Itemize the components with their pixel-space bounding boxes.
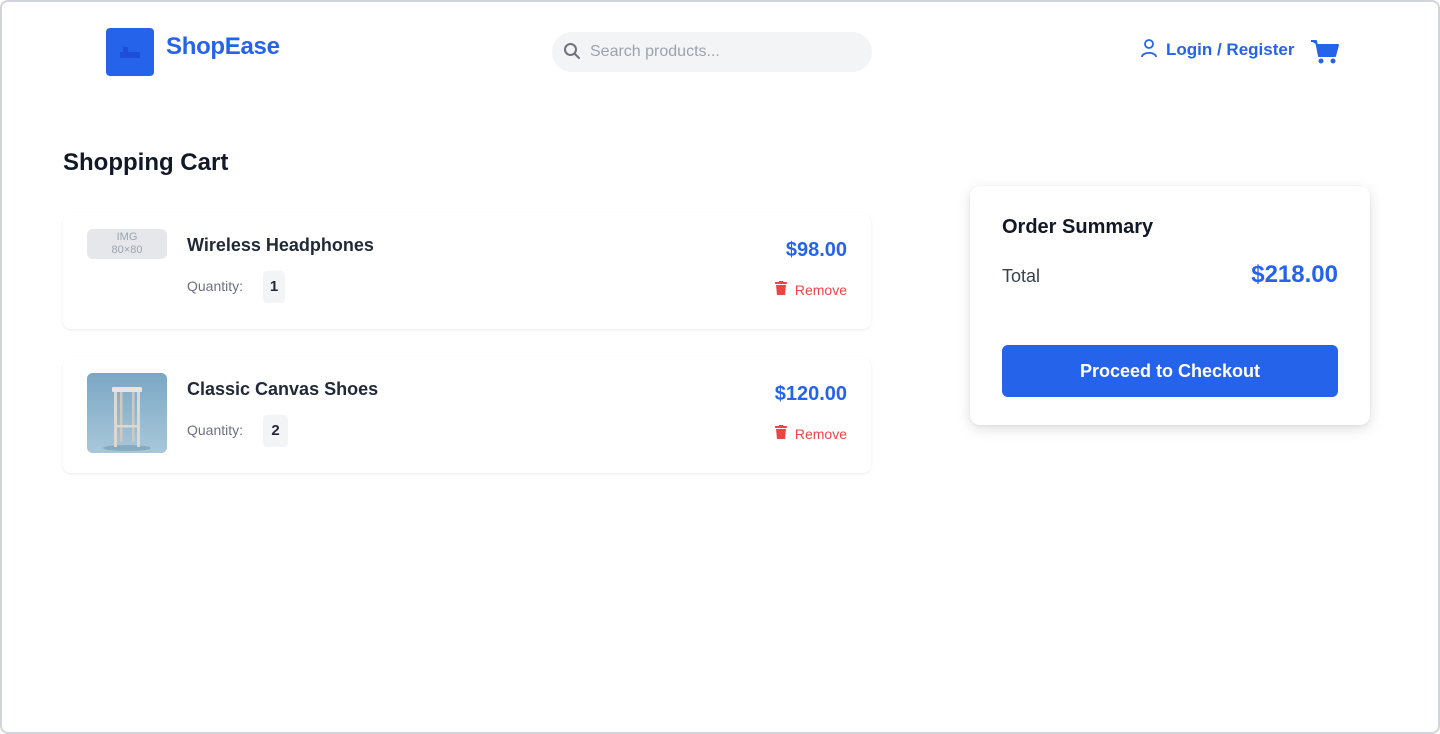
total-label: Total <box>1002 266 1041 286</box>
search-input[interactable] <box>590 32 860 72</box>
quantity-label: Quantity: <box>187 422 244 438</box>
quantity-input[interactable]: 1 <box>263 271 285 303</box>
trash-icon <box>774 281 787 298</box>
remove-label: Remove <box>794 425 847 442</box>
order-summary-card: Order Summary Total $218.00 Proceed to C… <box>970 186 1370 425</box>
checkout-button[interactable]: Proceed to Checkout <box>1002 345 1338 397</box>
product-price: $98.00 <box>785 239 847 261</box>
brand-name[interactable]: ShopEase <box>166 33 280 61</box>
product-image-placeholder: IMG 80×80 <box>87 229 167 259</box>
cart-item: Classic Canvas Shoes Quantity: 2 $120.00… <box>63 357 871 473</box>
login-register-link[interactable]: Login / Register <box>1140 38 1294 62</box>
product-name[interactable]: Classic Canvas Shoes <box>187 379 378 400</box>
remove-label: Remove <box>794 281 847 298</box>
login-label: Login / Register <box>1166 40 1295 59</box>
page-title: Shopping Cart <box>63 149 229 176</box>
product-price: $120.00 <box>774 383 847 405</box>
logo-icon[interactable] <box>106 28 154 76</box>
search-bar[interactable] <box>552 32 872 72</box>
quantity-input[interactable]: 2 <box>263 415 288 447</box>
user-icon <box>1140 38 1158 63</box>
trash-icon <box>774 425 787 442</box>
order-summary-title: Order Summary <box>1002 216 1154 238</box>
remove-button[interactable]: Remove <box>774 281 847 298</box>
placeholder-text: IMG <box>116 231 138 243</box>
app-window: ShopEase Login / Register Shopping Cart <box>0 0 1440 734</box>
cart-icon[interactable] <box>1310 38 1340 71</box>
product-image[interactable] <box>87 373 167 453</box>
cart-item: IMG 80×80 Wireless Headphones Quantity: … <box>63 213 871 329</box>
remove-button[interactable]: Remove <box>774 425 847 442</box>
product-name[interactable]: Wireless Headphones <box>187 235 374 256</box>
quantity-label: Quantity: <box>187 278 244 294</box>
placeholder-size: 80×80 <box>111 244 143 256</box>
search-icon <box>563 42 581 65</box>
total-value: $218.00 <box>1251 261 1338 288</box>
